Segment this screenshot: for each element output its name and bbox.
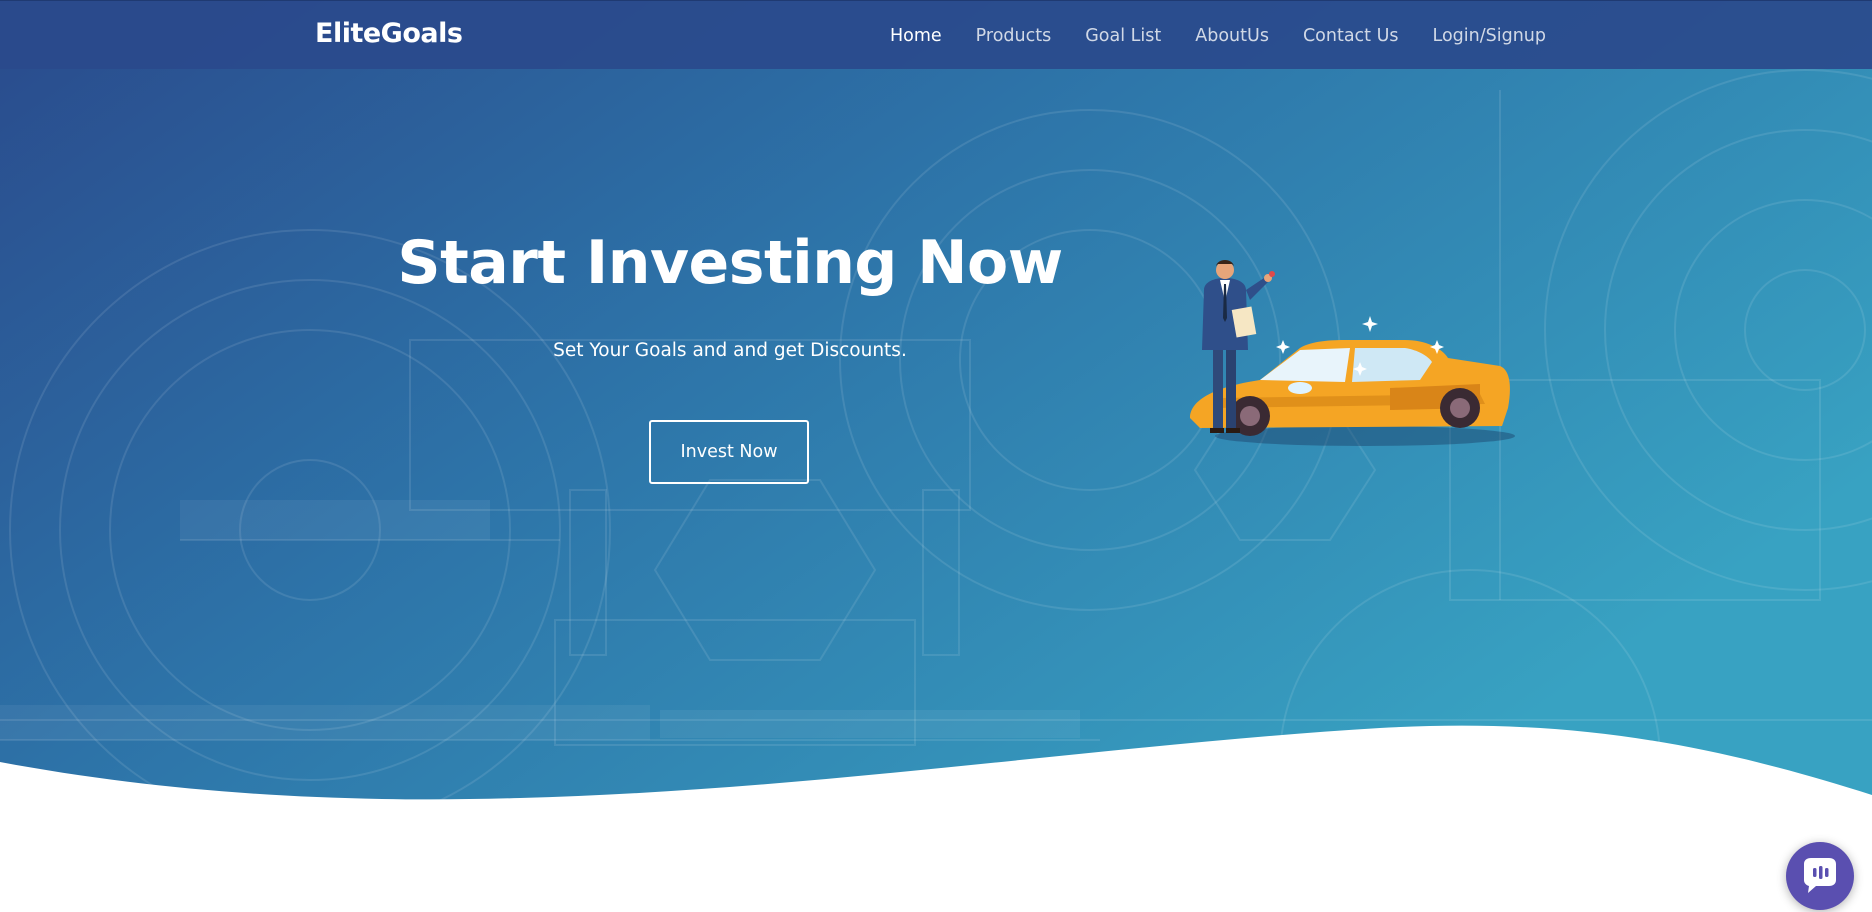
nav-item-home: Home: [890, 26, 942, 46]
chat-bubble-icon: [1804, 858, 1836, 893]
nav-item-products: Products: [976, 26, 1052, 46]
nav-link-products[interactable]: Products: [976, 26, 1052, 46]
brand-logo[interactable]: EliteGoals: [315, 18, 463, 49]
hero-title: Start Investing Now: [397, 228, 1063, 298]
hero-background: [0, 0, 1872, 912]
hero-subtitle: Set Your Goals and and get Discounts.: [553, 340, 907, 361]
top-navbar: EliteGoals Home Products Goal List About…: [0, 0, 1872, 69]
nav-item-goal-list: Goal List: [1085, 26, 1161, 46]
chat-widget-button[interactable]: [1786, 842, 1854, 910]
nav-link-about-us[interactable]: AboutUs: [1195, 26, 1269, 46]
nav-item-contact-us: Contact Us: [1303, 26, 1399, 46]
hero-section: EliteGoals Home Products Goal List About…: [0, 0, 1872, 912]
nav-link-goal-list[interactable]: Goal List: [1085, 26, 1161, 46]
nav-item-about-us: AboutUs: [1195, 26, 1269, 46]
nav-link-login-signup[interactable]: Login/Signup: [1433, 26, 1546, 46]
page: EliteGoals Home Products Goal List About…: [0, 0, 1872, 912]
nav-menu: Home Products Goal List AboutUs Contact …: [890, 1, 1546, 70]
man-with-sports-car-illustration: [1190, 260, 1515, 446]
invest-now-button[interactable]: Invest Now: [649, 420, 809, 484]
nav-link-home[interactable]: Home: [890, 26, 942, 46]
nav-item-login-signup: Login/Signup: [1433, 26, 1546, 46]
nav-link-contact-us[interactable]: Contact Us: [1303, 26, 1399, 46]
